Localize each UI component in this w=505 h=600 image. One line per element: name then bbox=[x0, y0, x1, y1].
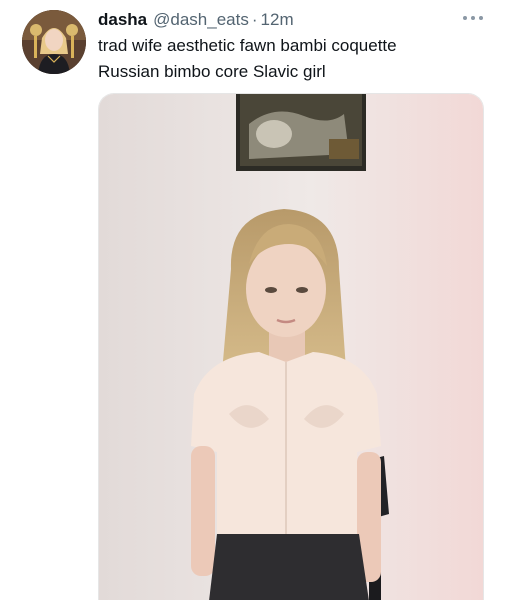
tweet-header: dasha @dash_eats · 12m bbox=[98, 7, 294, 33]
photo-image bbox=[99, 94, 483, 600]
separator-dot: · bbox=[251, 10, 258, 29]
more-horizontal-icon bbox=[463, 16, 483, 20]
timestamp[interactable]: 12m bbox=[261, 7, 294, 33]
tweet-text-line: trad wife aesthetic fawn bambi coquette bbox=[98, 36, 397, 55]
avatar-image bbox=[22, 10, 86, 74]
avatar[interactable] bbox=[22, 10, 86, 74]
tweet-text: trad wife aesthetic fawn bambi coquette … bbox=[98, 33, 488, 85]
tweet-text-line: Russian bimbo core Slavic girl bbox=[98, 62, 326, 81]
more-options-button[interactable] bbox=[460, 10, 486, 26]
tweet: dasha @dash_eats · 12m trad wife aesthet… bbox=[0, 0, 505, 600]
display-name[interactable]: dasha bbox=[98, 7, 147, 33]
user-handle[interactable]: @dash_eats bbox=[153, 7, 249, 33]
tweet-media-photo[interactable] bbox=[98, 93, 484, 600]
